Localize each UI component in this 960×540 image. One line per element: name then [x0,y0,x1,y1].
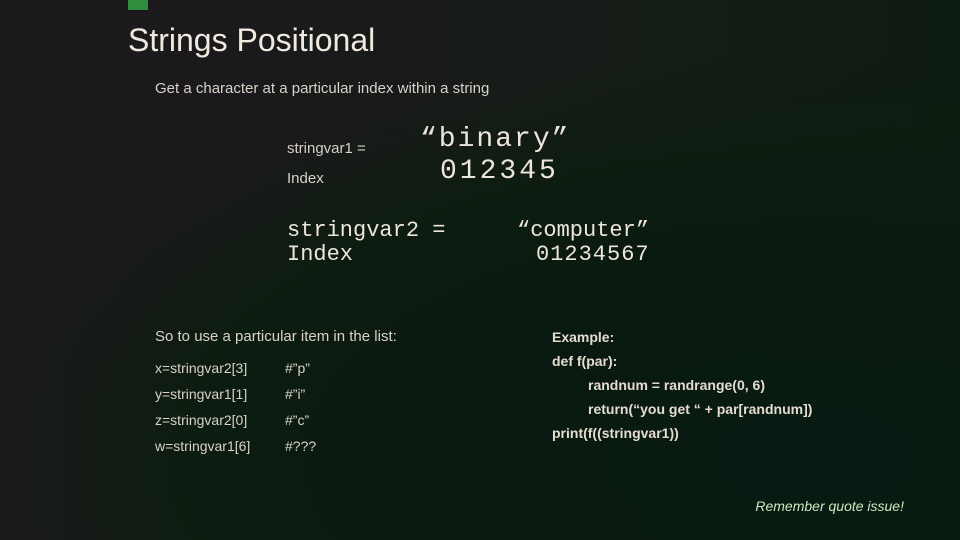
code-example: Example: def f(par): randnum = randrange… [552,325,812,445]
usage-comment: #”p” [285,360,310,376]
usage-comment: #”i” [285,386,305,402]
slide: Strings Positional Get a character at a … [0,0,960,540]
code-line: randnum = randrange(0, 6) [552,373,765,397]
example2-index-label: Index [287,242,353,267]
example2-index-value: 01234567 [536,242,650,267]
example2-assign-label: stringvar2 = [287,218,445,243]
code-line: print(f((stringvar1)) [552,421,812,445]
slide-title: Strings Positional [128,22,375,59]
usage-row: x=stringvar2[3]#”p” [155,356,316,382]
usage-row: z=stringvar2[0]#”c” [155,408,316,434]
usage-code: z=stringvar2[0] [155,408,285,434]
example1-assign-label: stringvar1 = [287,140,366,157]
usage-code: x=stringvar2[3] [155,356,285,382]
usage-row: w=stringvar1[6]#??? [155,434,316,460]
accent-tab [128,0,148,10]
usage-code: y=stringvar1[1] [155,382,285,408]
example1-index-label: Index [287,170,324,187]
usage-comment: #??? [285,438,316,454]
footnote: Remember quote issue! [755,498,904,514]
usage-heading: So to use a particular item in the list: [155,328,397,345]
slide-subtitle: Get a character at a particular index wi… [155,80,489,97]
example1-index-value: 012345 [440,156,559,187]
example2-assign-value: “computer” [517,218,649,243]
code-example-heading: Example: [552,325,812,349]
usage-table: x=stringvar2[3]#”p” y=stringvar1[1]#”i” … [155,356,316,460]
usage-code: w=stringvar1[6] [155,434,285,460]
usage-comment: #”c” [285,412,309,428]
example1-assign-value: “binary” [420,124,570,155]
usage-row: y=stringvar1[1]#”i” [155,382,316,408]
code-line: return(“you get “ + par[randnum]) [552,397,812,421]
code-line: def f(par): [552,349,812,373]
